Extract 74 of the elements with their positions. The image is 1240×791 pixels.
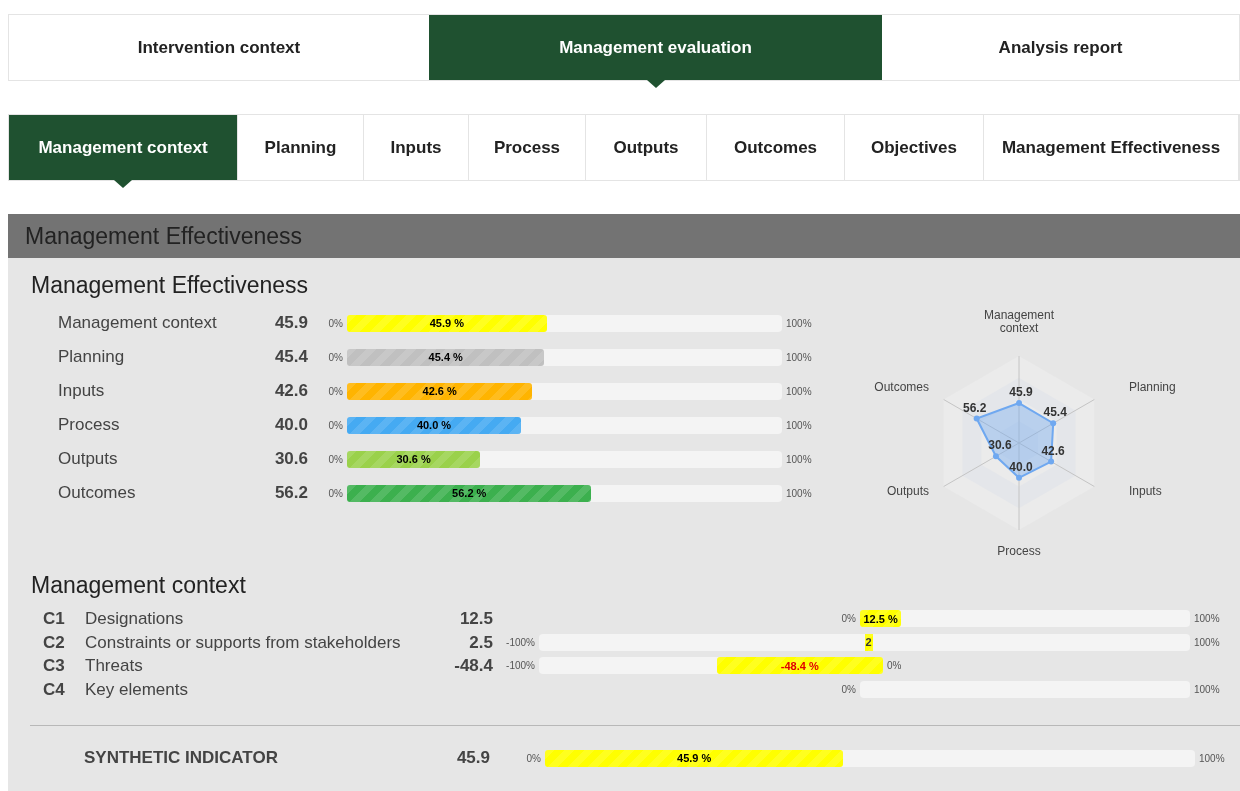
scale-label: 100% <box>785 350 812 365</box>
axis-label: Process <box>997 544 1041 558</box>
bar-value: 30.6 % <box>396 451 431 467</box>
indicator-label: Constraints or supports from stakeholders <box>85 631 402 654</box>
bar-value: 12.5 % <box>863 611 898 627</box>
section-title: Management context <box>30 571 247 600</box>
scale-label: 0% <box>327 418 344 433</box>
scale-label: 100% <box>785 418 812 433</box>
indicator-label: Process <box>57 414 121 437</box>
indicator-code: C3 <box>42 655 66 677</box>
scale-label: -100% <box>505 659 536 674</box>
axis-label: Management context <box>984 308 1054 335</box>
scale-label: 100% <box>785 452 812 467</box>
indicator-label: Outcomes <box>57 482 137 505</box>
scale-label: 0% <box>327 316 344 331</box>
scale-label: 0% <box>327 452 344 467</box>
bar-value: 45.9 % <box>429 315 464 331</box>
scale-label: 100% <box>785 486 812 501</box>
axis-label: Inputs <box>1129 484 1162 498</box>
bar-value: 45.4 % <box>428 349 463 365</box>
indicator-value: -48.4 <box>453 655 493 677</box>
data-label: 56.2 <box>963 400 987 415</box>
indicator-value: 45.9 <box>273 312 308 335</box>
axis-label: Planning <box>1129 380 1176 394</box>
tab-pointer-icon <box>646 80 665 88</box>
bar-value: 2 <box>865 634 872 650</box>
bar-value: 45.9 % <box>677 750 712 766</box>
scale-label: 0% <box>841 682 856 697</box>
scale-label: 0% <box>327 350 344 365</box>
indicator-label: Inputs <box>57 380 106 403</box>
scale-label: 0% <box>327 486 344 501</box>
data-label: 30.6 <box>988 438 1012 453</box>
indicator-value: 30.6 <box>273 448 308 471</box>
indicator-label: Outputs <box>57 448 119 471</box>
scale-label: 0% <box>525 751 542 766</box>
data-label: 45.4 <box>1043 405 1067 420</box>
indicator-code: C2 <box>42 631 66 654</box>
data-label: 40.0 <box>1009 459 1033 474</box>
data-label: 42.6 <box>1041 443 1065 458</box>
axis-label: Outputs <box>886 484 929 498</box>
panel-header: Management Effectiveness <box>8 214 1240 258</box>
scale-label: 100% <box>785 316 812 331</box>
bar-value: 40.0 % <box>416 417 452 433</box>
scale-label: 100% <box>1198 751 1225 766</box>
axis-label: Outcomes <box>874 380 929 394</box>
indicator-label: Management context <box>57 312 218 335</box>
scale-label: 100% <box>785 384 812 399</box>
indicator-value: 40.0 <box>273 414 308 437</box>
indicator-label: Designations <box>85 608 185 630</box>
scale-label: 100% <box>1193 635 1221 650</box>
indicator-label: Planning <box>57 346 126 369</box>
scale-label: -100% <box>505 635 536 650</box>
section-title: Management Effectiveness <box>30 271 309 300</box>
indicator-value: 12.5 <box>458 608 493 630</box>
indicator-label: Key elements <box>85 678 189 701</box>
scale-label: 0% <box>841 612 856 627</box>
data-label: 45.9 <box>1009 385 1033 400</box>
bar-value: 42.6 % <box>422 383 457 399</box>
indicator-code: C4 <box>42 678 66 701</box>
indicator-label: Threats <box>85 655 144 677</box>
indicator-value: 42.6 <box>273 380 308 403</box>
indicator-value: 45.4 <box>273 346 308 369</box>
tab-pointer-icon <box>114 180 132 188</box>
synthetic-label: SYNTHETIC INDICATOR <box>83 747 279 770</box>
indicator-value: 56.2 <box>273 482 308 505</box>
indicator-value: 2.5 <box>468 631 493 654</box>
synthetic-value: 45.9 <box>455 747 490 770</box>
bar-value: -48.4 % <box>780 658 819 674</box>
indicator-code: C1 <box>42 608 66 630</box>
scale-label: 0% <box>886 659 902 674</box>
scale-label: 0% <box>327 384 344 399</box>
bar-value: 56.2 % <box>452 485 487 501</box>
scale-label: 100% <box>1193 682 1221 697</box>
scale-label: 100% <box>1193 612 1221 627</box>
